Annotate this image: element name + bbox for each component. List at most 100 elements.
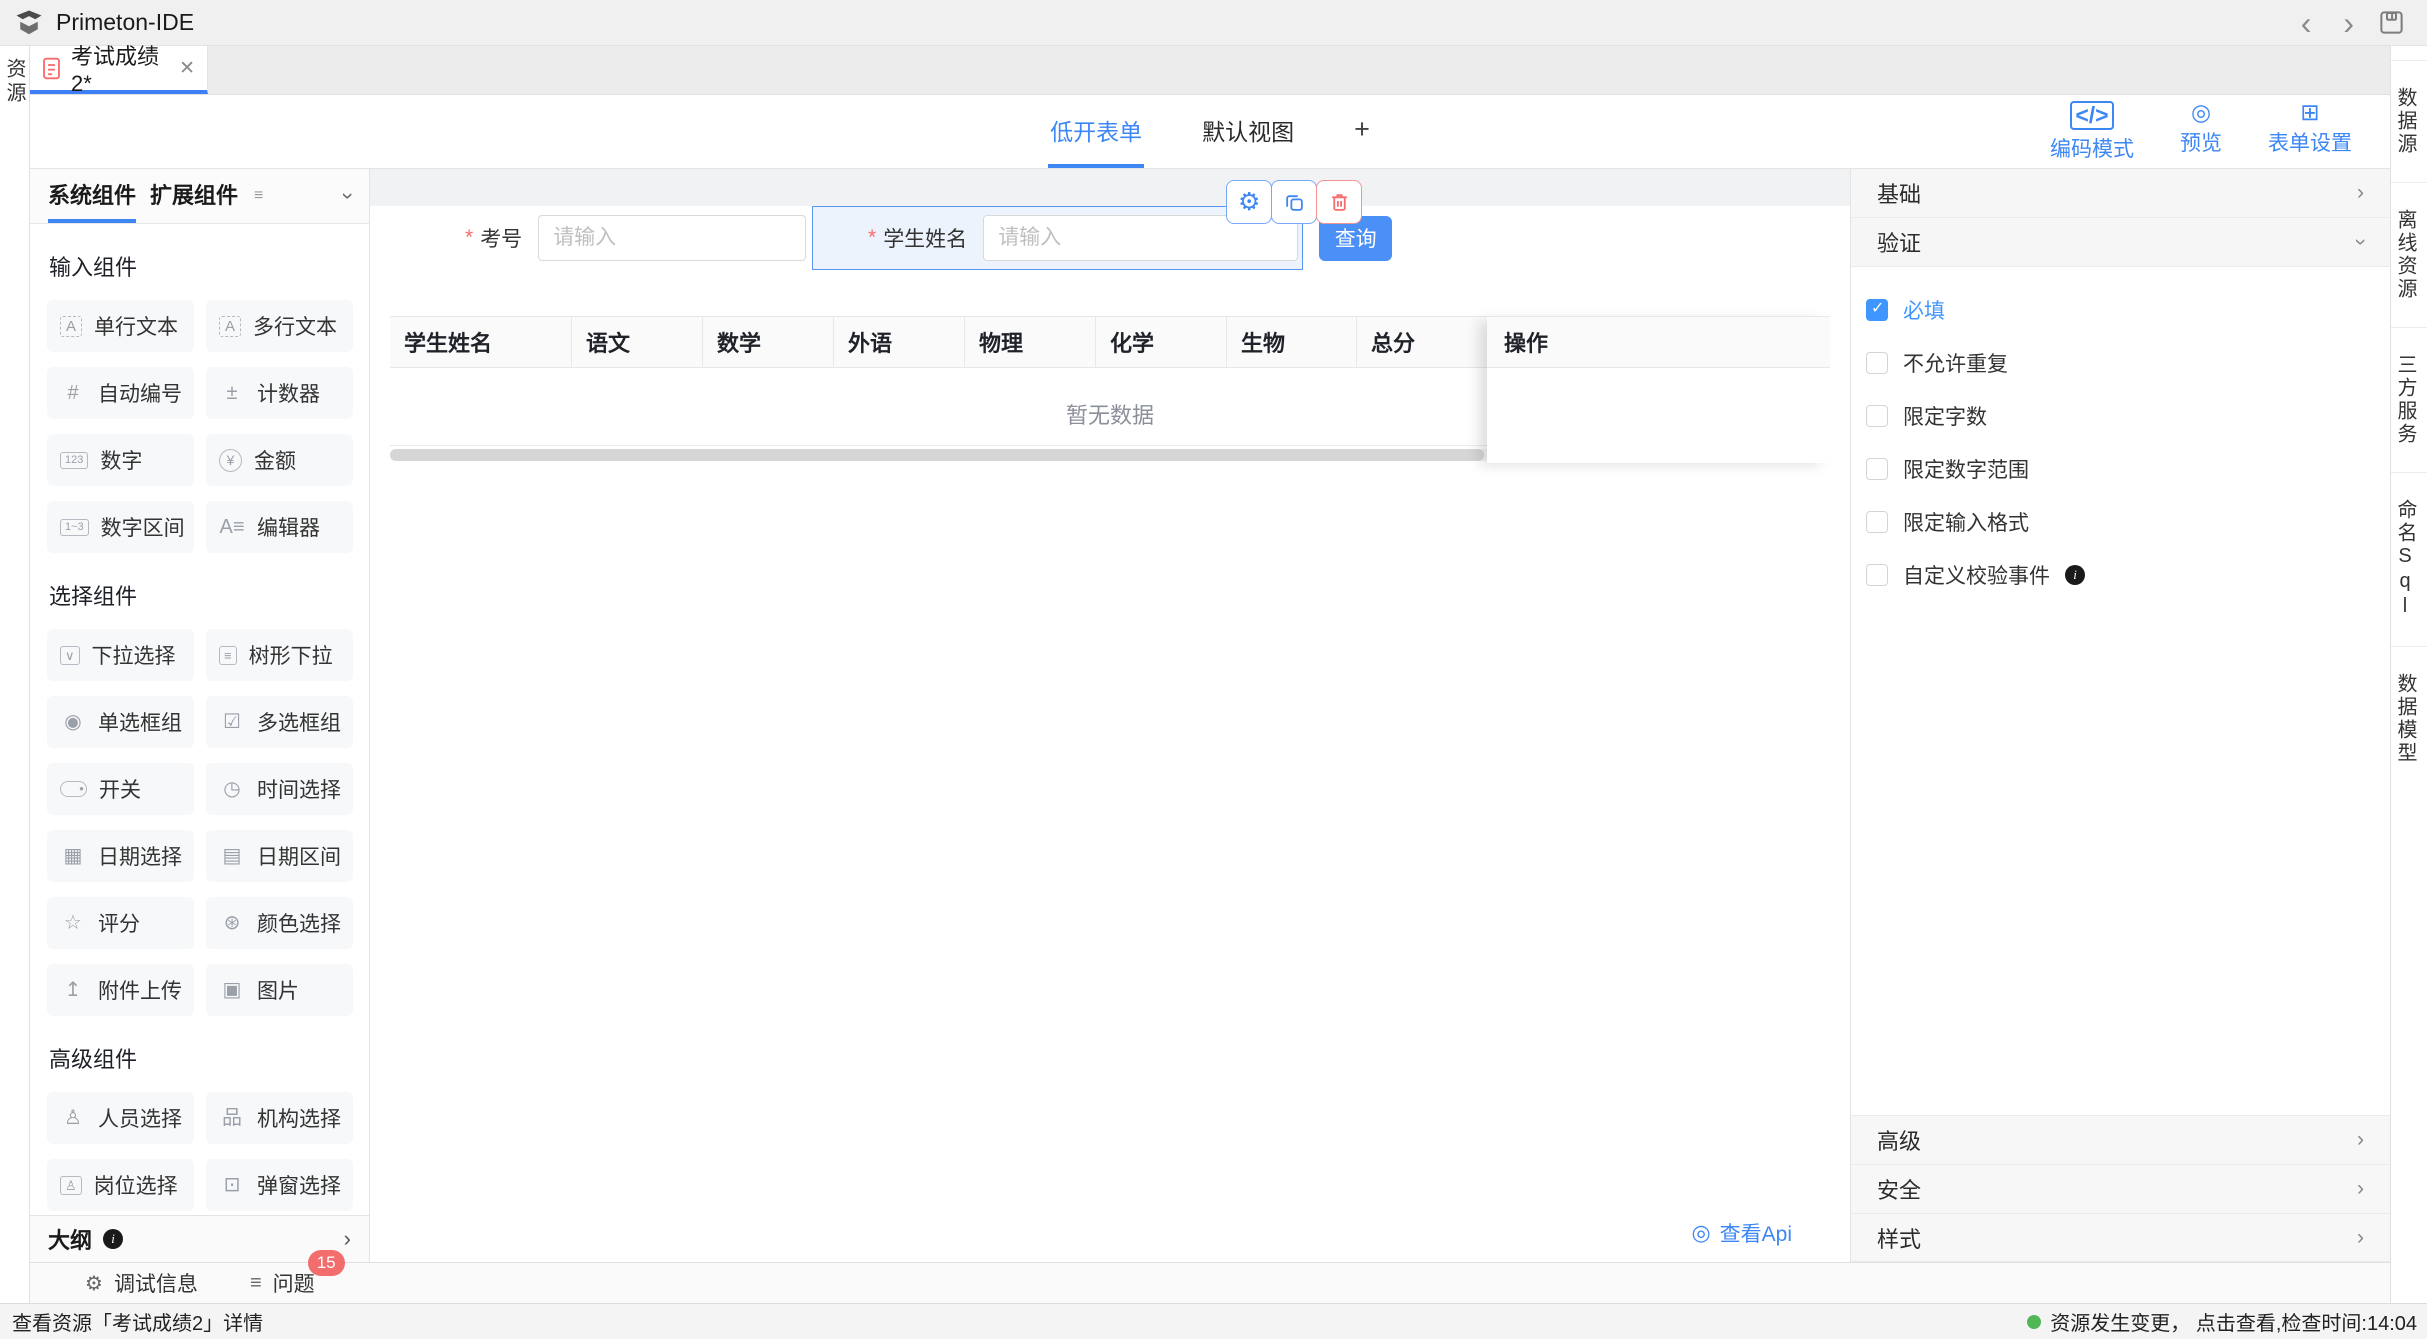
option-custom-validation-event[interactable]: 自定义校验事件 i [1866,560,2390,590]
preview-button[interactable]: ◎ 预览 [2180,101,2222,163]
add-view-button[interactable]: + [1352,95,1372,168]
component-label: 计数器 [257,378,320,408]
info-icon[interactable]: i [2065,565,2085,585]
section-label: 高级 [1877,1124,1921,1156]
outline-info-icon[interactable]: i [103,1229,123,1249]
component-item[interactable]: ☑多选框组 [206,696,353,748]
field-delete-button[interactable] [1316,180,1362,224]
component-item[interactable]: ∨下拉选择 [47,629,194,681]
option-required[interactable]: 必填 [1866,295,2390,325]
problems-list-icon: ≡ [250,1272,262,1295]
resource-strip[interactable]: 资源 [0,46,30,1303]
column-header[interactable]: 外语 [834,317,965,367]
checkbox[interactable] [1866,511,1888,533]
option-limit-input-format[interactable]: 限定输入格式 [1866,507,2390,537]
section-basic[interactable]: 基础 › [1851,169,2390,218]
component-item[interactable]: 1~3数字区间 [47,501,194,553]
column-header[interactable]: 化学 [1096,317,1227,367]
preview-eye-icon: ◎ [2191,101,2211,124]
component-item[interactable]: ◷时间选择 [206,763,353,815]
strip-item-offline-resource[interactable]: 离线资源 [2391,182,2427,327]
components-list: 输入组件 A单行文本 A多行文本 #自动编号 ±计数器 123数字 ¥金额 1~… [30,224,369,1215]
component-item[interactable]: 品机构选择 [206,1092,353,1144]
status-left-text[interactable]: 查看资源「考试成绩2」详情 [12,1307,263,1336]
section-style[interactable]: 样式 › [1851,1213,2390,1262]
column-header[interactable]: 生物 [1227,317,1357,367]
save-icon[interactable] [2378,9,2405,36]
debug-info-button[interactable]: ⚙ 调试信息 [85,1268,198,1298]
checkbox[interactable] [1866,352,1888,374]
component-item[interactable]: ±计数器 [206,367,353,419]
checkbox-checked[interactable] [1866,299,1888,321]
column-header[interactable]: 学生姓名 [390,317,572,367]
component-item[interactable]: ⊛颜色选择 [206,897,353,949]
strip-item-data-model[interactable]: 数据模型 [2391,646,2427,791]
component-item[interactable]: #自动编号 [47,367,194,419]
view-tabs: 低开表单 默认视图 + [30,95,2390,168]
required-mark: * [868,226,876,250]
option-limit-length[interactable]: 限定字数 [1866,401,2390,431]
status-right[interactable]: 资源发生变更， 点击查看,检查时间:14:04 [2027,1307,2417,1336]
component-item[interactable]: ●开关 [47,763,194,815]
component-list-icon[interactable]: ≡ [254,187,263,205]
checkbox[interactable] [1866,458,1888,480]
exam-number-input[interactable] [538,215,806,261]
tab-system-components[interactable]: 系统组件 [48,169,136,223]
component-item[interactable]: ¥金额 [206,434,353,486]
component-item[interactable]: ↥附件上传 [47,964,194,1016]
component-item[interactable]: ♙岗位选择 [47,1159,194,1211]
form-settings-button[interactable]: ⊞ 表单设置 [2268,101,2352,163]
close-tab-icon[interactable]: ✕ [179,57,195,80]
column-header[interactable]: 语文 [572,317,703,367]
field-copy-button[interactable] [1271,180,1317,224]
strip-item-datasource[interactable]: 数据源 [2391,60,2427,182]
checkbox[interactable] [1866,564,1888,586]
section-security[interactable]: 安全 › [1851,1164,2390,1213]
strip-item-third-party-service[interactable]: 三方服务 [2391,327,2427,472]
section-validation[interactable]: 验证 › [1851,218,2390,267]
tab-lowcode-form[interactable]: 低开表单 [1048,95,1144,168]
component-item[interactable]: ☆评分 [47,897,194,949]
nav-forward-icon[interactable]: › [2343,8,2354,38]
resource-strip-label[interactable]: 资源 [0,58,29,1303]
code-mode-button[interactable]: </> 编码模式 [2050,101,2134,163]
section-advanced[interactable]: 高级 › [1851,1115,2390,1164]
component-label: 人员选择 [98,1103,182,1133]
component-item[interactable]: ⊡弹窗选择 [206,1159,353,1211]
tab-extension-components[interactable]: 扩展组件 [150,169,238,223]
file-tab[interactable]: 考试成绩2* ✕ [30,46,208,94]
scrollbar-thumb[interactable] [390,449,1484,461]
component-item[interactable]: ≡树形下拉 [206,629,353,681]
editor-icon: A≡ [219,517,245,537]
outline-expand-chevron-icon[interactable]: › [344,1226,351,1252]
strip-item-named-sql[interactable]: 命名Sql [2391,472,2427,646]
option-limit-number-range[interactable]: 限定数字范围 [1866,454,2390,484]
component-item[interactable]: 123数字 [47,434,194,486]
component-item[interactable]: A≡编辑器 [206,501,353,553]
column-header[interactable]: 数学 [703,317,834,367]
component-label: 时间选择 [257,774,341,804]
chevron-right-icon: › [2357,1177,2364,1201]
component-item[interactable]: ▣图片 [206,964,353,1016]
panel-collapse-chevron-icon[interactable]: › [336,193,360,200]
component-item[interactable]: A单行文本 [47,300,194,352]
option-no-duplicate[interactable]: 不允许重复 [1866,348,2390,378]
column-header[interactable]: 操作 [1487,316,1830,368]
component-item[interactable]: A多行文本 [206,300,353,352]
nav-back-icon[interactable]: ‹ [2301,8,2312,38]
query-form-row: * 考号 * 学生姓名 ⚙ [465,206,1850,270]
component-item[interactable]: ▦日期选择 [47,830,194,882]
checkbox[interactable] [1866,405,1888,427]
problems-button[interactable]: ≡ 问题 15 [250,1268,315,1298]
component-item[interactable]: ◉单选框组 [47,696,194,748]
component-item[interactable]: ▤日期区间 [206,830,353,882]
component-item[interactable]: ♙人员选择 [47,1092,194,1144]
tab-default-view[interactable]: 默认视图 [1200,95,1296,168]
column-header[interactable]: 物理 [965,317,1096,367]
selected-field-wrapper[interactable]: * 学生姓名 ⚙ [812,206,1303,270]
field-settings-button[interactable]: ⚙ [1226,180,1272,224]
column-header[interactable]: 总分 [1357,317,1487,367]
component-label: 多行文本 [253,311,337,341]
view-api-link[interactable]: ◎ 查看Api [1691,1218,1792,1248]
canvas-top-strip [370,169,1850,206]
